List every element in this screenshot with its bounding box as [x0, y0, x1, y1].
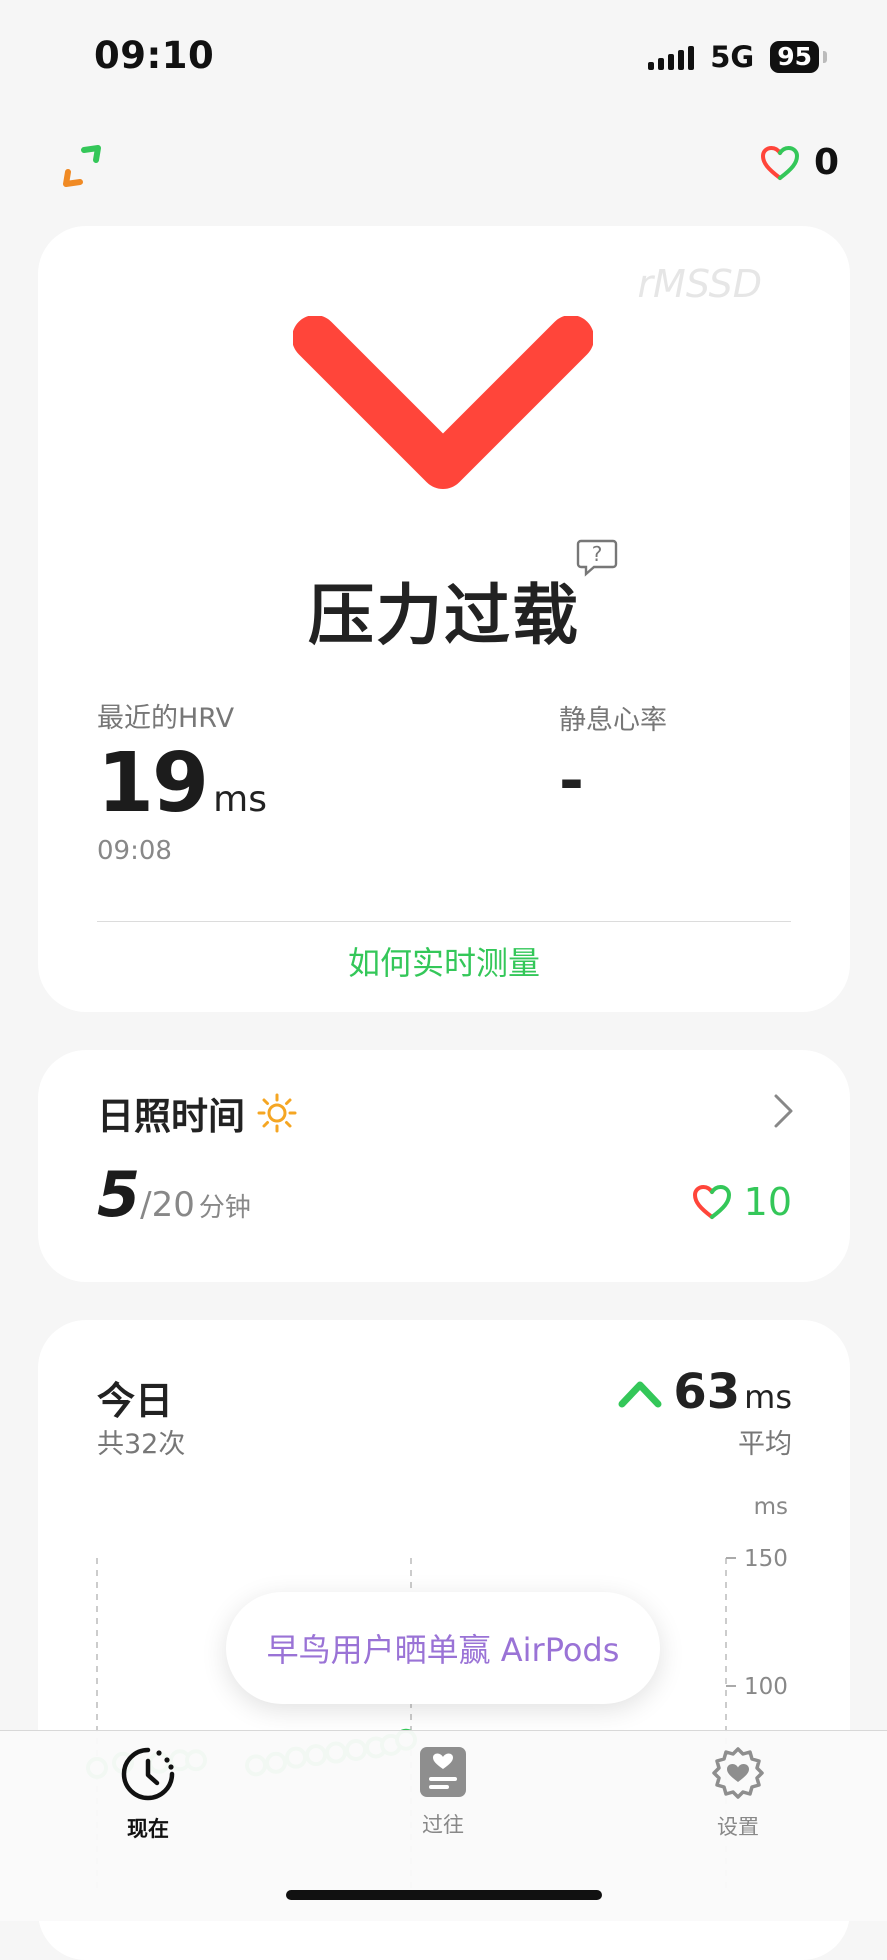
hrv-unit: ms	[213, 779, 267, 820]
average-value: 63	[673, 1364, 741, 1420]
average-value-group: 63 ms	[617, 1364, 792, 1420]
trend-up-icon	[618, 1381, 662, 1408]
sunlight-goal: /20	[140, 1185, 195, 1225]
sunlight-title: 日照时间	[97, 1095, 245, 1138]
y-tick-label: 150	[744, 1546, 788, 1572]
tab-past-label: 过往	[422, 1813, 464, 1837]
heart-points-value: 0	[813, 142, 839, 183]
heart-icon	[692, 1184, 731, 1219]
battery-tip	[823, 51, 827, 63]
stress-card: rMSSD 压力过载 ? 最近的HRV 19 ms 09:08 静息心率 - 如…	[38, 226, 850, 1012]
signal-icon	[648, 44, 695, 70]
y-tick-label: 100	[744, 1674, 788, 1700]
today-title: 今日	[97, 1379, 174, 1423]
stress-status: 压力过载	[308, 577, 580, 654]
promo-toast[interactable]: 早鸟用户晒单赢 AirPods	[226, 1592, 660, 1704]
help-icon[interactable]: ?	[576, 538, 618, 578]
status-time: 09:10	[94, 34, 215, 77]
sunlight-reward: 10	[692, 1180, 792, 1224]
clock-icon	[121, 1747, 175, 1801]
sunlight-reward-value: 10	[743, 1180, 792, 1224]
tab-now[interactable]: 现在	[78, 1745, 218, 1843]
tab-settings[interactable]: 设置	[668, 1745, 808, 1841]
history-icon	[420, 1747, 466, 1797]
network-label: 5G	[710, 40, 755, 74]
svg-text:?: ?	[592, 542, 603, 566]
resting-hr-value: -	[559, 746, 584, 816]
sunlight-unit: 分钟	[198, 1193, 251, 1223]
hrv-value-group: 19 ms	[97, 736, 267, 831]
tab-now-label: 现在	[127, 1817, 169, 1841]
y-axis-unit: ms	[754, 1494, 788, 1520]
stress-indicator-icon	[293, 316, 593, 489]
average-label: 平均	[738, 1429, 792, 1460]
sunlight-value-group: 5 /20 分钟	[97, 1158, 251, 1231]
sunlight-value: 5	[97, 1158, 141, 1231]
home-indicator	[286, 1890, 602, 1900]
tab-past[interactable]: 过往	[373, 1745, 513, 1839]
sun-icon	[257, 1093, 297, 1133]
heart-icon	[760, 145, 799, 180]
gear-icon	[712, 1747, 764, 1799]
measure-link[interactable]: 如何实时测量	[38, 938, 850, 984]
battery-icon: 95	[770, 41, 819, 73]
hrv-timestamp: 09:08	[97, 836, 172, 866]
hrv-value: 19	[97, 736, 209, 831]
resting-hr-label: 静息心率	[559, 705, 667, 736]
divider	[97, 921, 791, 922]
average-unit: ms	[744, 1378, 792, 1416]
metric-watermark: rMSSD	[637, 262, 762, 306]
sunlight-title-row: 日照时间	[97, 1086, 297, 1140]
status-indicators: 5G 95	[648, 40, 827, 74]
sunlight-card[interactable]: 日照时间 5 /20 分钟 10	[38, 1050, 850, 1282]
chevron-right-icon[interactable]	[772, 1092, 796, 1130]
heart-points[interactable]: 0	[760, 142, 839, 183]
app-logo-icon[interactable]	[58, 142, 106, 190]
hrv-label: 最近的HRV	[97, 703, 235, 734]
tab-settings-label: 设置	[717, 1815, 759, 1839]
today-count: 共32次	[97, 1429, 186, 1460]
